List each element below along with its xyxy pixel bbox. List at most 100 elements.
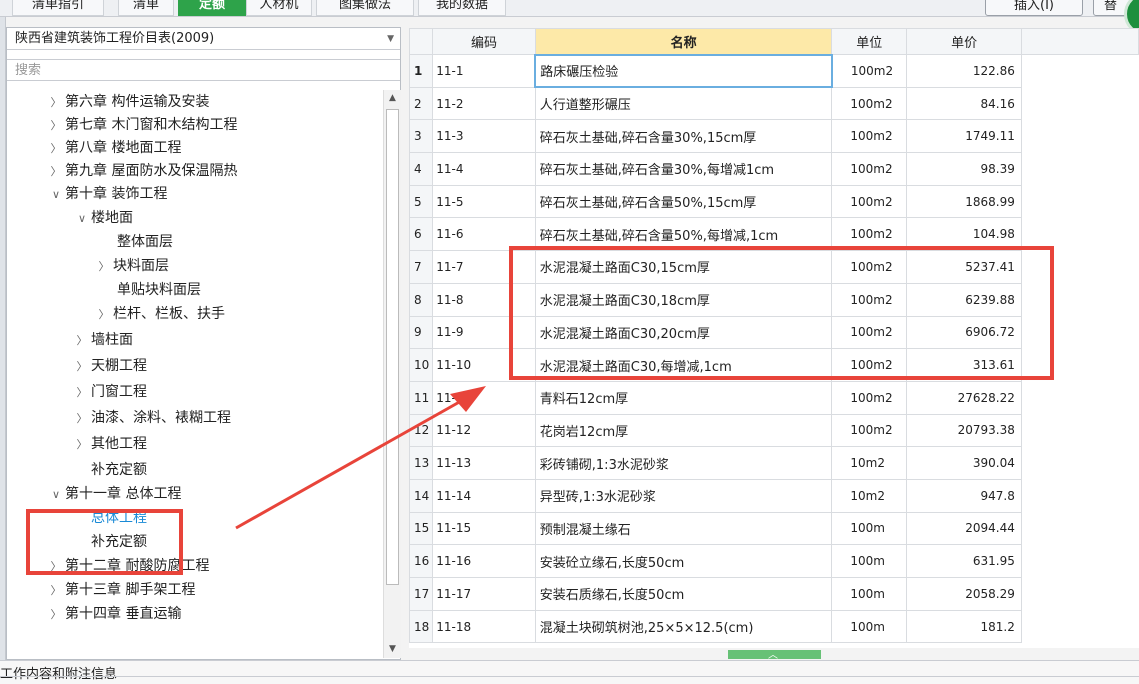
table-row[interactable]: 15 11-15 预制混凝土缘石 100m 2094.44 (409, 511, 1139, 546)
chevron-right-icon[interactable]: 〉 (73, 381, 91, 405)
row-number[interactable]: 14 (409, 478, 434, 513)
table-row[interactable]: 4 11-4 碎石灰土基础,碎石含量30%,每增减1cm 100m2 98.39 (409, 152, 1139, 186)
table-row[interactable]: 11 11-11 青料石12cm厚 100m2 27628.22 (409, 380, 1139, 415)
name-cell[interactable]: 花岗岩12cm厚 (534, 413, 833, 448)
price-cell[interactable]: 2058.29 (906, 577, 1022, 611)
tab-materials[interactable]: 人材机 (246, 0, 312, 16)
table-row[interactable]: 2 11-2 人行道整形碾压 100m2 84.16 (409, 86, 1139, 121)
row-number[interactable]: 6 (409, 217, 434, 252)
name-cell[interactable]: 混凝土块砌筑树池,25×5×12.5(cm) (534, 609, 833, 644)
unit-cell[interactable]: 100m2 (831, 413, 908, 448)
row-number[interactable]: 1 (409, 54, 434, 88)
scroll-up-icon[interactable]: ▲ (384, 90, 401, 107)
column-header-unit[interactable]: 单位 (831, 28, 908, 55)
chevron-right-icon[interactable]: 〉 (73, 433, 91, 457)
row-number[interactable]: 18 (409, 609, 434, 644)
price-cell[interactable]: 20793.38 (906, 413, 1022, 448)
tab-list-guide[interactable]: 清单指引 (12, 0, 104, 16)
code-cell[interactable]: 11-4 (432, 152, 536, 186)
code-cell[interactable]: 11-17 (432, 577, 536, 611)
code-cell[interactable]: 11-2 (432, 86, 536, 121)
name-cell[interactable]: 安装砼立缘石,长度50cm (534, 544, 833, 578)
chevron-right-icon[interactable]: 〉 (73, 329, 91, 353)
unit-cell[interactable]: 10m2 (831, 446, 908, 480)
code-cell[interactable]: 11-18 (432, 609, 536, 644)
tree-item[interactable]: 〉油漆、涂料、裱糊工程 (73, 406, 232, 431)
price-cell[interactable]: 2094.44 (906, 511, 1022, 546)
row-number[interactable]: 17 (409, 577, 434, 611)
name-cell[interactable]: 彩砖铺砌,1:3水泥砂浆 (534, 446, 833, 480)
tree-item[interactable]: 〉第十三章 脚手架工程 (47, 578, 196, 603)
table-row[interactable]: 1 11-1 路床碾压检验 100m2 122.86 (409, 53, 1139, 89)
row-number[interactable]: 10 (409, 348, 434, 382)
table-row[interactable]: 13 11-13 彩砖铺砌,1:3水泥砂浆 10m2 390.04 (409, 446, 1139, 480)
price-cell[interactable]: 390.04 (906, 446, 1022, 480)
chevron-right-icon[interactable]: 〉 (47, 160, 65, 184)
row-number[interactable]: 13 (409, 446, 434, 480)
scroll-down-icon[interactable]: ▼ (384, 641, 401, 658)
name-cell[interactable]: 异型砖,1:3水泥砂浆 (534, 478, 833, 513)
chevron-right-icon[interactable]: 〉 (95, 255, 113, 279)
tree-scrollbar[interactable]: ▲ ▼ (383, 90, 401, 658)
tree-item[interactable]: 〉块料面层 (95, 254, 170, 279)
scroll-thumb[interactable] (386, 109, 399, 585)
row-number[interactable]: 2 (409, 86, 434, 121)
price-cell[interactable]: 1749.11 (906, 119, 1022, 154)
search-input[interactable]: 搜索 (7, 59, 400, 81)
catalog-select[interactable]: 陕西省建筑装饰工程价目表(2009) ▼ (7, 28, 400, 50)
table-row[interactable]: 12 11-12 花岗岩12cm厚 100m2 20793.38 (409, 413, 1139, 448)
price-cell[interactable]: 1868.99 (906, 184, 1022, 219)
chevron-right-icon[interactable]: 〉 (47, 91, 65, 115)
row-number[interactable]: 8 (409, 282, 434, 317)
tree-item[interactable]: 〉第十四章 垂直运输 (47, 602, 182, 627)
tree-item[interactable]: 〉第九章 屋面防水及保温隔热 (47, 159, 238, 184)
name-cell[interactable]: 人行道整形碾压 (534, 86, 833, 121)
table-row[interactable]: 16 11-16 安装砼立缘石,长度50cm 100m 631.95 (409, 544, 1139, 578)
unit-cell[interactable]: 100m2 (831, 380, 908, 415)
row-number[interactable]: 3 (409, 119, 434, 154)
chevron-right-icon[interactable]: 〉 (47, 114, 65, 138)
code-cell[interactable]: 11-11 (432, 380, 536, 415)
row-number[interactable]: 15 (409, 511, 434, 546)
code-cell[interactable]: 11-15 (432, 511, 536, 546)
tree-item[interactable]: ∨ 第十一章 总体工程 (47, 482, 181, 506)
table-row[interactable]: 17 11-17 安装石质缘石,长度50cm 100m 2058.29 (409, 577, 1139, 611)
row-number[interactable]: 4 (409, 152, 434, 186)
price-cell[interactable]: 181.2 (906, 609, 1022, 644)
tree-item[interactable]: ∨ 第十章 装饰工程 (47, 182, 167, 206)
price-cell[interactable]: 84.16 (906, 86, 1022, 121)
chevron-right-icon[interactable]: 〉 (47, 603, 65, 627)
unit-cell[interactable]: 100m (831, 609, 908, 644)
chevron-right-icon[interactable]: 〉 (95, 303, 113, 327)
table-row[interactable]: 3 11-3 碎石灰土基础,碎石含量30%,15cm厚 100m2 1749.11 (409, 119, 1139, 154)
tree-item[interactable]: 〉第六章 构件运输及安装 (47, 90, 210, 115)
tree-item[interactable]: 单贴块料面层 (117, 278, 201, 302)
unit-cell[interactable]: 100m (831, 544, 908, 578)
tree-item[interactable]: 〉其他工程 (73, 432, 148, 457)
name-cell[interactable]: 青料石12cm厚 (534, 380, 833, 415)
chevron-right-icon[interactable]: 〉 (73, 407, 91, 431)
unit-cell[interactable]: 100m2 (831, 119, 908, 154)
tree-item[interactable]: 〉天棚工程 (73, 354, 148, 378)
name-cell[interactable]: 安装石质缘石,长度50cm (534, 577, 833, 611)
row-number[interactable]: 5 (409, 184, 434, 219)
tree-item[interactable]: 〉门窗工程 (73, 380, 148, 405)
row-number[interactable]: 9 (409, 315, 434, 350)
tab-quota[interactable]: 定额 (178, 0, 246, 16)
chevron-down-icon[interactable]: ∨ (47, 483, 65, 507)
tree-item[interactable]: 〉第七章 木门窗和木结构工程 (47, 113, 238, 138)
code-cell[interactable]: 11-5 (432, 184, 536, 219)
name-cell[interactable]: 预制混凝土缘石 (534, 511, 833, 546)
code-cell[interactable]: 11-13 (432, 446, 536, 480)
name-cell[interactable]: 碎石灰土基础,碎石含量30%,每增减1cm (534, 152, 833, 186)
unit-cell[interactable]: 100m2 (831, 86, 908, 121)
unit-cell[interactable]: 100m2 (831, 184, 908, 219)
code-cell[interactable]: 11-12 (432, 413, 536, 448)
column-header-name[interactable]: 名称 (534, 28, 833, 55)
table-row[interactable]: 14 11-14 异型砖,1:3水泥砂浆 10m2 947.8 (409, 478, 1139, 513)
chevron-down-icon[interactable]: ∨ (47, 183, 65, 207)
chevron-right-icon[interactable]: 〉 (47, 579, 65, 603)
price-cell[interactable]: 98.39 (906, 152, 1022, 186)
code-cell[interactable]: 11-1 (432, 54, 536, 88)
tree-item[interactable]: 〉墙柱面 (73, 328, 134, 353)
